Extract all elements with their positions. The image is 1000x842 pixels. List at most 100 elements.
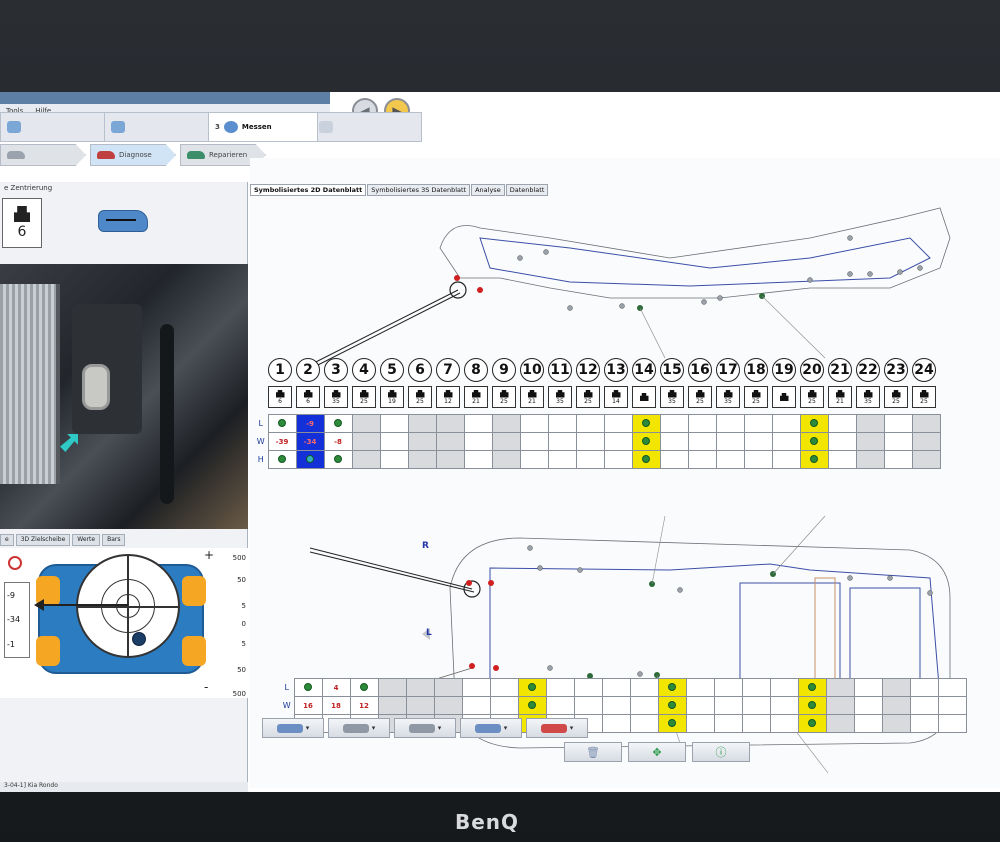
cell[interactable] <box>713 678 743 697</box>
cell[interactable] <box>631 432 661 451</box>
point-symbol-22[interactable]: 35 <box>856 386 880 408</box>
point-symbol-21[interactable]: 21 <box>828 386 852 408</box>
cell[interactable] <box>771 414 801 433</box>
delete-button[interactable]: 🗑 <box>564 742 622 762</box>
point-number-4[interactable]: 4 <box>352 358 376 382</box>
step-tab-2[interactable] <box>104 112 214 142</box>
cell[interactable] <box>547 414 577 433</box>
cell[interactable] <box>323 414 353 433</box>
cell[interactable] <box>351 432 381 451</box>
cell[interactable] <box>741 696 771 715</box>
cell[interactable] <box>797 696 827 715</box>
cell[interactable] <box>741 678 771 697</box>
point-symbol-20[interactable]: 25 <box>800 386 824 408</box>
cell[interactable] <box>855 432 885 451</box>
point-number-8[interactable]: 8 <box>464 358 488 382</box>
point-number-20[interactable]: 20 <box>800 358 824 382</box>
cell[interactable] <box>379 450 409 469</box>
point-symbol-5[interactable]: 19 <box>380 386 404 408</box>
point-number-2[interactable]: 2 <box>296 358 320 382</box>
point-number-16[interactable]: 16 <box>688 358 712 382</box>
cell[interactable] <box>435 450 465 469</box>
cell[interactable] <box>405 696 435 715</box>
cell[interactable] <box>293 678 323 697</box>
subtab-1[interactable]: e <box>0 534 14 546</box>
cell[interactable] <box>883 432 913 451</box>
lift-button[interactable]: ▾ <box>262 718 324 738</box>
cell[interactable] <box>883 450 913 469</box>
car-view-button[interactable]: ▾ <box>460 718 522 738</box>
cell[interactable] <box>351 450 381 469</box>
cell[interactable] <box>715 414 745 433</box>
cell[interactable] <box>603 450 633 469</box>
cell[interactable] <box>771 450 801 469</box>
cell[interactable] <box>407 450 437 469</box>
cell[interactable] <box>631 450 661 469</box>
cell[interactable] <box>545 696 575 715</box>
cell[interactable] <box>855 450 885 469</box>
cell[interactable] <box>463 414 493 433</box>
cell[interactable] <box>769 714 799 733</box>
cell[interactable]: -39 <box>267 432 297 451</box>
point-number-3[interactable]: 3 <box>324 358 348 382</box>
cell[interactable]: 4 <box>321 678 351 697</box>
point-symbol-10[interactable]: 21 <box>520 386 544 408</box>
cell[interactable] <box>517 696 547 715</box>
point-number-12[interactable]: 12 <box>576 358 600 382</box>
point-symbol-23[interactable]: 25 <box>884 386 908 408</box>
point-number-6[interactable]: 6 <box>408 358 432 382</box>
cell[interactable] <box>575 450 605 469</box>
step-tab-1[interactable] <box>0 112 110 142</box>
cell[interactable] <box>657 678 687 697</box>
cell[interactable] <box>573 678 603 697</box>
subtab-bars[interactable]: Bars <box>102 534 126 546</box>
point-symbol-13[interactable]: 14 <box>604 386 628 408</box>
point-symbol-24[interactable]: 25 <box>912 386 936 408</box>
point-symbol-6[interactable]: 25 <box>408 386 432 408</box>
cell[interactable] <box>827 432 857 451</box>
cell[interactable] <box>909 678 939 697</box>
cell[interactable] <box>825 714 855 733</box>
cell[interactable] <box>491 414 521 433</box>
point-symbol-15[interactable]: 35 <box>660 386 684 408</box>
cell[interactable] <box>883 414 913 433</box>
cell[interactable] <box>715 432 745 451</box>
point-symbol-9[interactable]: 25 <box>492 386 516 408</box>
point-number-1[interactable]: 1 <box>268 358 292 382</box>
point-number-17[interactable]: 17 <box>716 358 740 382</box>
cell[interactable] <box>937 678 967 697</box>
cell[interactable] <box>433 678 463 697</box>
cell[interactable] <box>855 414 885 433</box>
step-tab-4[interactable] <box>312 112 422 142</box>
cell[interactable] <box>799 414 829 433</box>
cell[interactable] <box>491 432 521 451</box>
cell[interactable] <box>491 450 521 469</box>
cell[interactable] <box>881 678 911 697</box>
point-symbol-3[interactable]: 35 <box>324 386 348 408</box>
cell[interactable] <box>433 696 463 715</box>
cell[interactable] <box>825 696 855 715</box>
cell[interactable] <box>435 432 465 451</box>
cell[interactable] <box>657 696 687 715</box>
cell[interactable]: -34 <box>295 432 325 451</box>
cell[interactable] <box>461 696 491 715</box>
cell[interactable] <box>519 432 549 451</box>
cell[interactable] <box>937 714 967 733</box>
cell[interactable] <box>799 432 829 451</box>
cell[interactable] <box>629 714 659 733</box>
cell[interactable] <box>601 714 631 733</box>
tab-analyse[interactable]: Analyse <box>471 184 505 196</box>
cell[interactable] <box>743 414 773 433</box>
cell[interactable] <box>687 414 717 433</box>
cell[interactable] <box>687 432 717 451</box>
cell[interactable] <box>463 450 493 469</box>
cell[interactable] <box>377 678 407 697</box>
point-symbol-17[interactable]: 35 <box>716 386 740 408</box>
cell[interactable] <box>853 714 883 733</box>
point-number-11[interactable]: 11 <box>548 358 572 382</box>
cell[interactable]: -8 <box>323 432 353 451</box>
cell[interactable] <box>547 450 577 469</box>
cell[interactable]: 18 <box>321 696 351 715</box>
cell[interactable] <box>685 714 715 733</box>
cell[interactable]: 16 <box>293 696 323 715</box>
